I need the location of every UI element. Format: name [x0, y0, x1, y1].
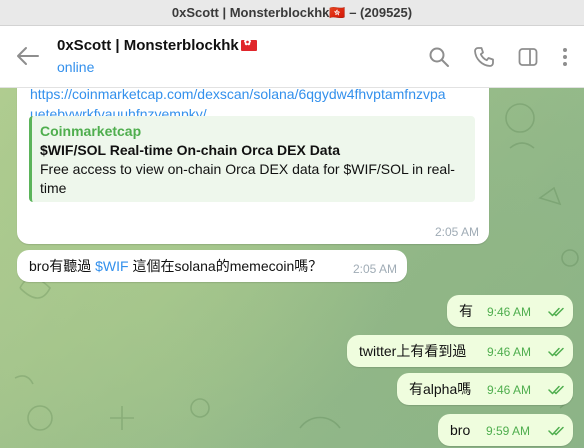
- search-icon[interactable]: [428, 46, 450, 68]
- message-time: 2:05 AM: [434, 225, 479, 239]
- more-vertical-icon[interactable]: [558, 46, 572, 68]
- message-link-line-1: https://coinmarketcap.com/dexscan/solana…: [30, 88, 446, 102]
- message-outgoing[interactable]: twitter上有看到過 9:46 AM: [347, 335, 573, 367]
- message-time: 9:46 AM: [487, 383, 532, 397]
- link-preview-site: Coinmarketcap: [40, 123, 142, 139]
- double-check-icon: [548, 307, 564, 317]
- chat-status: online: [57, 59, 95, 75]
- message-outgoing[interactable]: 有 9:46 AM: [447, 295, 573, 327]
- window-title: 0xScott | Monsterblockhk🇭🇰 – (209525): [0, 0, 584, 26]
- link-preview-description-line-1: Free access to view on-chain Orca DEX da…: [40, 161, 455, 177]
- double-check-icon: [548, 426, 564, 436]
- chat-title[interactable]: 0xScott | Monsterblockhk: [57, 37, 257, 54]
- message-outgoing[interactable]: bro 9:59 AM: [438, 414, 573, 446]
- message-text: 有alpha嗎: [409, 381, 472, 397]
- link-preview-title: $WIF/SOL Real-time On-chain Orca DEX Dat…: [40, 142, 341, 158]
- chat-title-text: 0xScott | Monsterblockhk: [57, 37, 239, 54]
- phone-icon[interactable]: [473, 46, 495, 68]
- message-text-before: bro有聽過: [29, 258, 96, 274]
- message-time: 9:46 AM: [487, 345, 532, 359]
- message-text: twitter上有看到過: [359, 343, 467, 359]
- message-incoming-text[interactable]: bro有聽過 $WIF 這個在solana的memecoin嗎？ 2:05 AM: [17, 250, 407, 282]
- message-text: bro: [450, 422, 471, 438]
- cashtag-link[interactable]: $WIF: [95, 258, 128, 274]
- flag-hk-icon: [240, 37, 257, 51]
- chat-header: 0xScott | Monsterblockhk online: [0, 26, 584, 88]
- message-time: 9:59 AM: [486, 424, 531, 438]
- double-check-icon: [548, 385, 564, 395]
- message-text: bro有聽過 $WIF 這個在solana的memecoin嗎？: [29, 257, 322, 275]
- link-preview-card[interactable]: Coinmarketcap $WIF/SOL Real-time On-chai…: [29, 116, 475, 202]
- sidebar-toggle-icon[interactable]: [517, 46, 539, 68]
- message-outgoing[interactable]: 有alpha嗎 9:46 AM: [397, 373, 573, 405]
- message-incoming-link[interactable]: https://coinmarketcap.com/dexscan/solana…: [17, 88, 489, 244]
- double-check-icon: [548, 347, 564, 357]
- link-preview-description-line-2: time: [40, 180, 67, 196]
- message-text: 有: [459, 303, 473, 319]
- message-text-after: 這個在solana的memecoin嗎？: [128, 258, 323, 274]
- message-time: 9:46 AM: [487, 305, 532, 319]
- chat-history[interactable]: https://coinmarketcap.com/dexscan/solana…: [0, 88, 584, 448]
- message-time: 2:05 AM: [352, 262, 397, 276]
- back-arrow-icon[interactable]: [16, 46, 40, 66]
